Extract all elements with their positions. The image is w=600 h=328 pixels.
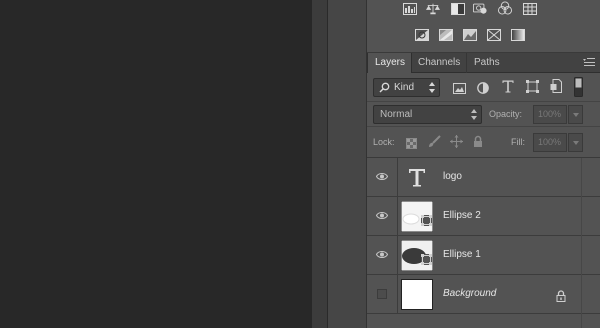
layer-row-ellipse-1[interactable]: Ellipse 1 xyxy=(367,236,600,275)
layer-row-ellipse-2[interactable]: Ellipse 2 xyxy=(367,197,600,236)
layer-thumbnail xyxy=(401,279,433,310)
lock-all-icon[interactable] xyxy=(473,135,483,153)
black-white-icon[interactable] xyxy=(451,3,465,15)
panel-dock-strip xyxy=(328,0,367,328)
layer-thumbnail xyxy=(400,239,434,272)
photo-filter-icon[interactable] xyxy=(473,2,487,14)
blend-mode-label: Normal xyxy=(380,109,413,120)
filter-adjustment-icon[interactable] xyxy=(477,81,489,99)
fill-dropdown-button[interactable] xyxy=(568,133,583,152)
adjustments-panel xyxy=(367,0,600,53)
lock-label: Lock: xyxy=(373,137,395,147)
filter-shape-icon[interactable] xyxy=(526,80,539,98)
blend-options-row: Normal Opacity: 100% xyxy=(367,102,600,127)
text-layer-icon xyxy=(401,162,433,193)
fill-field[interactable]: 100% xyxy=(533,133,567,152)
filter-smart-object-icon[interactable] xyxy=(550,79,562,98)
color-lookup-icon[interactable] xyxy=(523,3,537,15)
search-icon xyxy=(379,82,390,99)
filter-kind-label: Kind xyxy=(394,82,415,93)
opacity-dropdown-button[interactable] xyxy=(568,105,583,124)
lock-position-icon[interactable] xyxy=(450,135,463,153)
select-arrows-icon xyxy=(471,109,477,120)
panel-menu-icon[interactable] xyxy=(582,56,596,70)
opacity-label: Opacity: xyxy=(489,109,523,119)
lock-options-row: Lock: Fill: 100% xyxy=(367,127,600,158)
eye-icon xyxy=(376,251,388,258)
layers-scroll-edge xyxy=(581,158,582,328)
lock-icon xyxy=(556,289,566,307)
filter-type-icon[interactable] xyxy=(502,80,514,98)
channel-mixer-icon[interactable] xyxy=(498,1,512,15)
layers-panel-group: Layers Channels Paths Kind Normal Opacit… xyxy=(367,0,600,328)
layer-row-logo[interactable]: logo xyxy=(367,158,600,197)
layer-filter-row: Kind xyxy=(367,73,600,102)
visibility-off-box xyxy=(377,289,387,299)
tab-channels[interactable]: Channels xyxy=(412,53,467,73)
gradient-map-icon[interactable] xyxy=(511,29,525,41)
selective-color-icon[interactable] xyxy=(487,29,501,41)
eye-icon xyxy=(376,212,388,219)
layer-row-background[interactable]: Background xyxy=(367,275,600,314)
panel-tab-bar: Layers Channels Paths xyxy=(367,53,600,73)
visibility-toggle[interactable] xyxy=(367,197,398,235)
eye-icon xyxy=(376,173,388,180)
layer-name: Background xyxy=(443,288,497,299)
threshold-icon[interactable] xyxy=(463,29,477,41)
visibility-toggle[interactable] xyxy=(367,275,398,313)
canvas-scroll-gutter xyxy=(312,0,328,328)
layer-thumbnail xyxy=(400,200,434,233)
lock-transparent-pixels-icon[interactable] xyxy=(406,136,417,154)
layer-name: logo xyxy=(443,171,462,182)
filter-kind-select[interactable]: Kind xyxy=(373,78,440,97)
tab-paths[interactable]: Paths xyxy=(467,53,507,73)
posterize-icon[interactable] xyxy=(439,29,453,41)
blend-mode-select[interactable]: Normal xyxy=(373,105,482,124)
tab-layers[interactable]: Layers xyxy=(367,53,412,73)
layers-list: logo Ellipse 2 Ellipse 1 Background xyxy=(367,158,600,328)
filter-pixel-icon[interactable] xyxy=(453,81,466,99)
layer-name: Ellipse 2 xyxy=(443,210,481,221)
balance-icon[interactable] xyxy=(426,3,440,15)
visibility-toggle[interactable] xyxy=(367,236,398,274)
fill-label: Fill: xyxy=(511,137,525,147)
document-canvas[interactable] xyxy=(0,0,312,328)
levels-icon[interactable] xyxy=(403,3,417,15)
select-arrows-icon xyxy=(429,82,435,93)
invert-icon[interactable] xyxy=(415,29,429,41)
layer-name: Ellipse 1 xyxy=(443,249,481,260)
lock-image-pixels-icon[interactable] xyxy=(428,135,441,153)
opacity-field[interactable]: 100% xyxy=(533,105,567,124)
visibility-toggle[interactable] xyxy=(367,158,398,196)
filter-toggle-switch[interactable] xyxy=(574,77,583,102)
